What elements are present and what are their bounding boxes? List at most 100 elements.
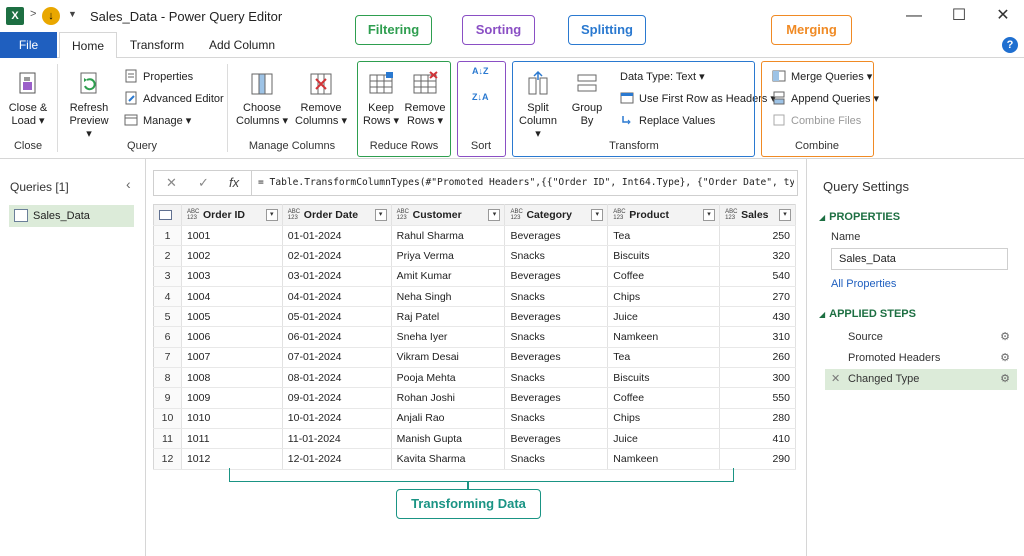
cell-category[interactable]: Snacks: [504, 367, 609, 389]
cell-sales[interactable]: 310: [719, 326, 796, 348]
row-number[interactable]: 2: [153, 245, 182, 267]
gear-icon[interactable]: ⚙: [1000, 348, 1010, 369]
step-source[interactable]: Source ⚙: [825, 327, 1017, 348]
filter-dropdown-icon[interactable]: ▾: [703, 209, 716, 221]
cell-customer[interactable]: Amit Kumar: [391, 266, 506, 287]
cell-category[interactable]: Beverages: [504, 387, 609, 409]
cell-order-id[interactable]: 1005: [181, 306, 283, 328]
filter-dropdown-icon[interactable]: ▾: [265, 209, 278, 221]
query-name-input[interactable]: Sales_Data: [831, 248, 1008, 270]
cell-sales[interactable]: 540: [719, 266, 796, 287]
cell-product[interactable]: Namkeen: [607, 448, 721, 470]
cell-order-id[interactable]: 1006: [181, 326, 283, 348]
filter-dropdown-icon[interactable]: ▾: [488, 209, 501, 221]
cell-customer[interactable]: Pooja Mehta: [391, 367, 506, 389]
cell-category[interactable]: Snacks: [504, 245, 609, 267]
table-select-all[interactable]: [153, 204, 182, 226]
cell-order-date[interactable]: 06-01-2024: [282, 326, 392, 348]
column-header-order-id[interactable]: ABC 123 Order ID ▾: [181, 204, 283, 226]
cell-product[interactable]: Namkeen: [607, 326, 721, 348]
cell-category[interactable]: Beverages: [504, 428, 609, 450]
cell-sales[interactable]: 250: [719, 225, 796, 247]
cell-product[interactable]: Tea: [607, 347, 721, 369]
cell-order-date[interactable]: 10-01-2024: [282, 408, 392, 429]
cell-order-id[interactable]: 1002: [181, 245, 283, 267]
cell-category[interactable]: Snacks: [504, 448, 609, 470]
cell-order-id[interactable]: 1004: [181, 286, 283, 308]
cell-customer[interactable]: Manish Gupta: [391, 428, 506, 450]
tab-file[interactable]: File: [0, 32, 57, 58]
row-number[interactable]: 6: [153, 326, 182, 348]
gear-icon[interactable]: ⚙: [1000, 327, 1010, 348]
step-changed-type[interactable]: ✕ Changed Type ⚙: [825, 369, 1017, 390]
properties-button[interactable]: Properties: [124, 68, 193, 86]
cell-sales[interactable]: 430: [719, 306, 796, 328]
column-header-order-date[interactable]: ABC 123 Order Date ▾: [282, 204, 392, 226]
cell-customer[interactable]: Anjali Rao: [391, 408, 506, 429]
cell-order-id[interactable]: 1007: [181, 347, 283, 369]
cell-order-date[interactable]: 04-01-2024: [282, 286, 392, 308]
row-number[interactable]: 7: [153, 347, 182, 369]
choose-columns-button[interactable]: Choose Columns ▾: [236, 70, 288, 128]
properties-section[interactable]: ◢ PROPERTIES: [819, 211, 900, 223]
quick-access-dropdown-icon[interactable]: ▼: [68, 9, 77, 19]
query-item-sales-data[interactable]: Sales_Data: [9, 205, 134, 227]
cell-customer[interactable]: Rohan Joshi: [391, 387, 506, 409]
cell-category[interactable]: Snacks: [504, 326, 609, 348]
column-header-product[interactable]: ABC 123 Product ▾: [607, 204, 721, 226]
tab-add-column[interactable]: Add Column: [204, 32, 280, 58]
cell-product[interactable]: Tea: [607, 225, 721, 247]
cell-order-id[interactable]: 1011: [181, 428, 283, 450]
cell-customer[interactable]: Vikram Desai: [391, 347, 506, 369]
cell-order-id[interactable]: 1001: [181, 225, 283, 247]
cancel-icon[interactable]: ✕: [166, 175, 177, 191]
cell-order-date[interactable]: 01-01-2024: [282, 225, 392, 247]
cell-order-id[interactable]: 1009: [181, 387, 283, 409]
row-number[interactable]: 12: [153, 448, 182, 470]
tab-home[interactable]: Home: [59, 32, 117, 59]
cell-customer[interactable]: Sneha Iyer: [391, 326, 506, 348]
column-header-customer[interactable]: ABC 123 Customer ▾: [391, 204, 506, 226]
row-number[interactable]: 5: [153, 306, 182, 328]
manage-button[interactable]: Manage ▾: [124, 112, 191, 130]
cell-product[interactable]: Chips: [607, 286, 721, 308]
cell-customer[interactable]: Kavita Sharma: [391, 448, 506, 470]
cell-customer[interactable]: Priya Verma: [391, 245, 506, 267]
step-promoted-headers[interactable]: Promoted Headers ⚙: [825, 348, 1017, 369]
cell-sales[interactable]: 320: [719, 245, 796, 267]
column-header-sales[interactable]: ABC 123 Sales ▾: [719, 204, 796, 226]
row-number[interactable]: 9: [153, 387, 182, 409]
close-window-button[interactable]: ✕: [992, 5, 1014, 27]
row-number[interactable]: 8: [153, 367, 182, 389]
cell-sales[interactable]: 300: [719, 367, 796, 389]
cell-category[interactable]: Snacks: [504, 286, 609, 308]
cell-category[interactable]: Beverages: [504, 225, 609, 247]
gear-icon[interactable]: ⚙: [1000, 369, 1010, 390]
save-icon[interactable]: ↓: [42, 7, 60, 25]
cell-order-date[interactable]: 12-01-2024: [282, 448, 392, 470]
advanced-editor-button[interactable]: Advanced Editor: [124, 90, 224, 108]
cell-order-date[interactable]: 05-01-2024: [282, 306, 392, 328]
cell-product[interactable]: Juice: [607, 306, 721, 328]
cell-category[interactable]: Beverages: [504, 266, 609, 287]
cell-order-date[interactable]: 02-01-2024: [282, 245, 392, 267]
cell-category[interactable]: Snacks: [504, 408, 609, 429]
filter-dropdown-icon[interactable]: ▾: [591, 209, 604, 221]
cell-order-id[interactable]: 1010: [181, 408, 283, 429]
collapse-pane-icon[interactable]: ‹: [126, 176, 131, 192]
cell-customer[interactable]: Raj Patel: [391, 306, 506, 328]
cell-category[interactable]: Beverages: [504, 347, 609, 369]
delete-step-icon[interactable]: ✕: [831, 369, 840, 390]
formula-text[interactable]: = Table.TransformColumnTypes(#"Promoted …: [258, 177, 794, 188]
row-number[interactable]: 1: [153, 225, 182, 247]
cell-order-date[interactable]: 03-01-2024: [282, 266, 392, 287]
cell-order-id[interactable]: 1003: [181, 266, 283, 287]
cell-sales[interactable]: 260: [719, 347, 796, 369]
cell-product[interactable]: Biscuits: [607, 367, 721, 389]
cell-product[interactable]: Coffee: [607, 387, 721, 409]
help-icon[interactable]: ?: [1002, 37, 1018, 53]
tab-transform[interactable]: Transform: [124, 32, 190, 58]
cell-category[interactable]: Beverages: [504, 306, 609, 328]
cell-customer[interactable]: Rahul Sharma: [391, 225, 506, 247]
cell-sales[interactable]: 280: [719, 408, 796, 429]
